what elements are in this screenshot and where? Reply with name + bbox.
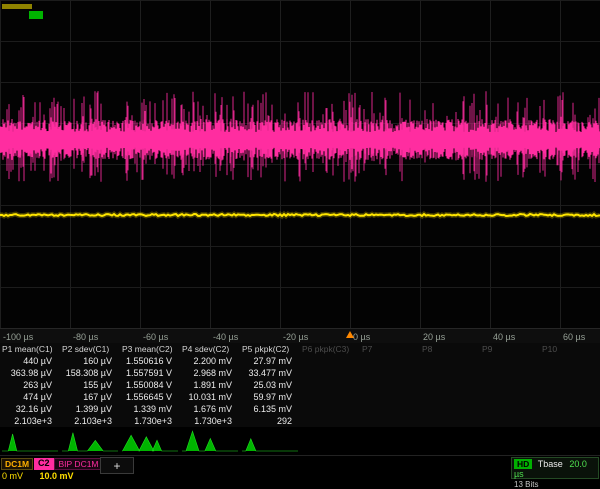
timebase-descriptor[interactable]: HD Tbase 20.0 µs 13 Bits: [511, 457, 599, 479]
histicon-shape: [122, 435, 178, 451]
measure-param-header[interactable]: P9: [480, 344, 540, 354]
measure-value-cell: 25.03 mV: [240, 380, 300, 390]
cursor-crosshair-button[interactable]: +: [100, 457, 134, 474]
measure-param-header[interactable]: P8: [420, 344, 480, 354]
measure-value-cell: 2.968 mV: [180, 368, 240, 378]
c1-coupling-badge[interactable]: DC1M: [1, 458, 33, 470]
measure-param-header[interactable]: P4 sdev(C2): [180, 344, 240, 354]
measurement-table: P1 mean(C1)P2 sdev(C1)P3 mean(C2)P4 sdev…: [0, 343, 600, 427]
measure-value-cell: 10.031 mV: [180, 392, 240, 402]
waveform-display[interactable]: [0, 0, 600, 328]
measure-value-cell: 27.97 mV: [240, 356, 300, 366]
measure-value-cell: 33.477 mV: [240, 368, 300, 378]
measure-value-cell: 158.308 µV: [60, 368, 120, 378]
c2-descriptor[interactable]: C2 BIP DC1M: [34, 458, 104, 470]
timebase-label: Tbase: [538, 459, 563, 469]
time-axis-label: 20 µs: [423, 332, 445, 342]
time-axis-label: -40 µs: [213, 332, 238, 342]
measure-value-cell: 2.103e+3: [0, 416, 60, 426]
measure-histicon[interactable]: [60, 429, 120, 453]
measure-value-cell: 292: [240, 416, 300, 426]
time-axis-label: -60 µs: [143, 332, 168, 342]
measure-value-cell: 263 µV: [0, 380, 60, 390]
measure-value-cell: 1.556645 V: [120, 392, 180, 402]
time-axis-label: 0 µs: [353, 332, 370, 342]
time-axis-label: -20 µs: [283, 332, 308, 342]
timebase-resolution: 13 Bits: [514, 480, 596, 489]
measure-value-cell: 474 µV: [0, 392, 60, 402]
measure-value-cell: 155 µV: [60, 380, 120, 390]
measure-value-cell: 440 µV: [0, 356, 60, 366]
oscilloscope-screen: -100 µs -80 µs -60 µs -40 µs -20 µs 0 µs 20 µs…: [0, 0, 600, 480]
measure-param-header[interactable]: P6 pkpk(C3): [300, 344, 360, 354]
measure-value-cell: 2.200 mV: [180, 356, 240, 366]
measure-value-cell: 1.339 mV: [120, 404, 180, 414]
measure-histicon[interactable]: [0, 429, 60, 453]
measure-value-cell: 1.891 mV: [180, 380, 240, 390]
measure-value-cell: 160 µV: [60, 356, 120, 366]
histicon-shape: [242, 439, 298, 451]
measure-value-cell: 167 µV: [60, 392, 120, 402]
c2-channel-badge[interactable]: C2: [34, 458, 54, 470]
descriptor-bar: DC1M C2 BIP DC1M + 0 mV 10.0 mV HD Tbase…: [0, 455, 600, 480]
time-axis-label: -80 µs: [73, 332, 98, 342]
time-axis: -100 µs -80 µs -60 µs -40 µs -20 µs 0 µs 20 µs…: [0, 328, 600, 343]
waveform-traces: [0, 0, 600, 328]
measure-param-header[interactable]: P2 sdev(C1): [60, 344, 120, 354]
time-axis-label: -100 µs: [3, 332, 33, 342]
measure-histicon[interactable]: [180, 429, 240, 453]
measure-value-cell: 6.135 mV: [240, 404, 300, 414]
measure-param-header[interactable]: P5 pkpk(C2): [240, 344, 300, 354]
measure-value-cell: 32.16 µV: [0, 404, 60, 414]
measure-value-cell: 59.97 mV: [240, 392, 300, 402]
c2-coupling-badge[interactable]: BIP DC1M: [54, 458, 104, 470]
measure-value-cell: 363.98 µV: [0, 368, 60, 378]
measure-histicon[interactable]: [120, 429, 180, 453]
time-axis-label: 40 µs: [493, 332, 515, 342]
measure-value-cell: 1.730e+3: [180, 416, 240, 426]
histicon-row: [0, 427, 600, 455]
measure-histicon[interactable]: [240, 429, 300, 453]
histicon-shape: [2, 434, 58, 451]
measure-value-cell: 1.399 µV: [60, 404, 120, 414]
measure-value-cell: 1.676 mV: [180, 404, 240, 414]
trigger-position-marker[interactable]: [346, 331, 354, 338]
measure-param-header[interactable]: P3 mean(C2): [120, 344, 180, 354]
measure-value-cell: 1.730e+3: [120, 416, 180, 426]
time-axis-label: 60 µs: [563, 332, 585, 342]
measure-param-header[interactable]: P1 mean(C1): [0, 344, 60, 354]
measure-value-cell: 2.103e+3: [60, 416, 120, 426]
histicon-shape: [182, 431, 238, 451]
measure-param-header[interactable]: P10: [540, 344, 600, 354]
measure-value-cell: 1.550616 V: [120, 356, 180, 366]
hd-mode-badge: HD: [514, 459, 532, 469]
measure-param-header[interactable]: P7: [360, 344, 420, 354]
measure-value-cell: 1.557591 V: [120, 368, 180, 378]
histicon-shape: [62, 433, 118, 451]
measure-value-cell: 1.550084 V: [120, 380, 180, 390]
